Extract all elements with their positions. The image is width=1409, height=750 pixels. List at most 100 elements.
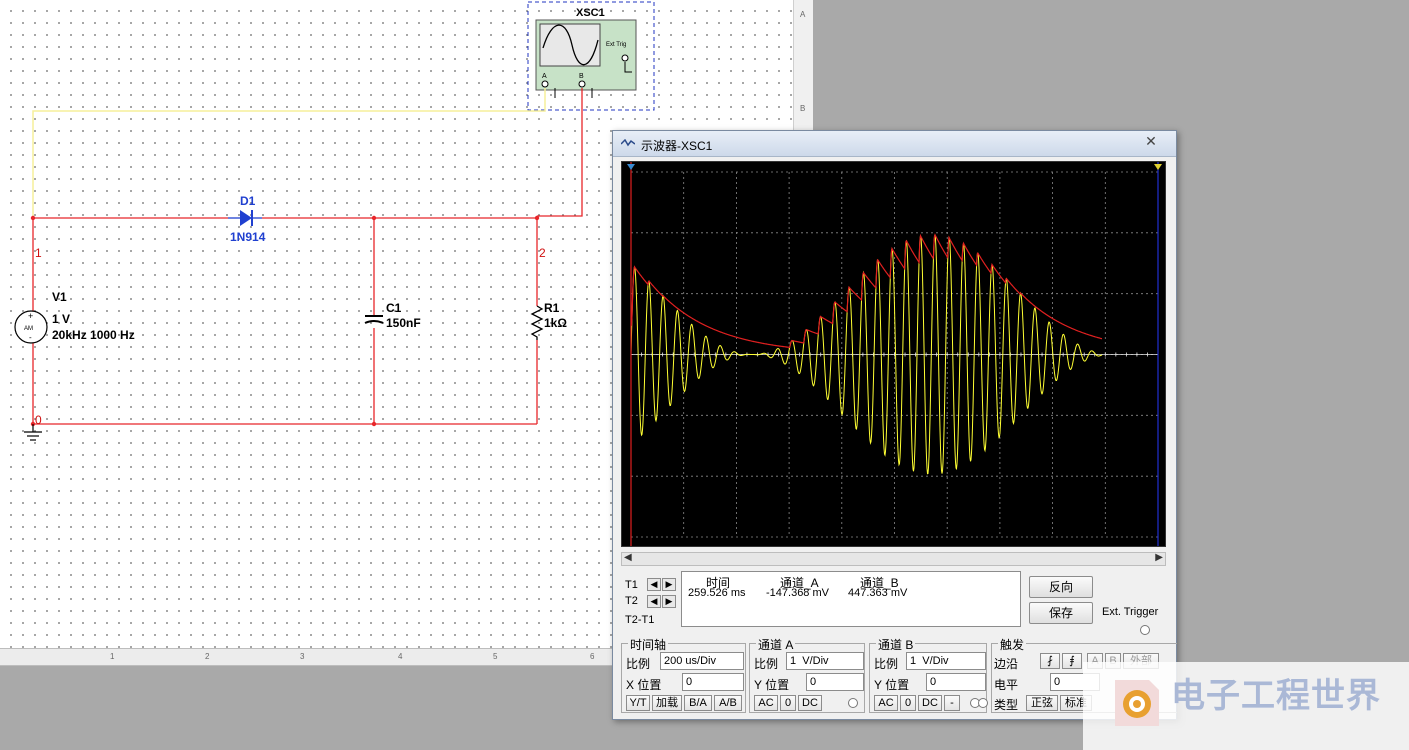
watermark-text: 电子工程世界 [1171,676,1381,716]
ruler-tick: 5 [493,652,498,661]
trigger-level-label: 电平 [994,678,1019,692]
channel-a-terminal-icon[interactable] [848,698,858,708]
readout-time-value: 259.526 ms [688,587,746,599]
channel-b-ac-button[interactable]: AC [874,695,898,711]
scope-titlebar[interactable]: 示波器-XSC1 ✕ [613,131,1176,157]
x-position-input[interactable] [682,673,744,691]
oscilloscope-window[interactable]: 示波器-XSC1 ✕ ◀ ▶ T1 ◀ ▶ T2 ◀ ▶ T2-T1 时间 通道… [612,130,1177,720]
ext-trigger-terminal[interactable] [1140,625,1150,635]
side-ruler-tick-b: B [800,104,806,113]
resistor-symbol[interactable] [530,305,544,340]
close-icon[interactable]: ✕ [1129,132,1173,150]
scope-trace-area [627,162,1162,546]
circuit-wires[interactable] [32,88,583,425]
channel-b-scale-label: 比例 [874,657,899,671]
display-scrollbar[interactable]: ◀ ▶ [621,552,1166,566]
diode-model: 1N914 [230,230,266,244]
cursor-2-handle-icon[interactable] [1154,164,1162,170]
source-freq: 20kHz 1000 Hz [52,328,135,342]
probe-wire-a[interactable] [32,88,546,218]
capacitor-name: C1 [386,301,402,315]
ruler-tick: 2 [205,652,210,661]
watermark-logo-icon [1115,680,1159,726]
mode-yt-button[interactable]: Y/T [626,695,650,711]
cursor-1-handle-icon[interactable] [627,164,635,170]
scope-display[interactable] [621,161,1166,547]
channel-b-minus-button[interactable]: - [944,695,960,711]
channel-a-ac-button[interactable]: AC [754,695,778,711]
channel-b-label: 通道 B [876,636,916,653]
ruler-tick: 1 [110,652,115,661]
svg-text:-: - [29,333,32,342]
readout-chb-value: 447.363 mV [848,587,908,599]
channel-b-zero-button[interactable]: 0 [900,695,916,711]
am-symbol-label: AM [24,326,33,332]
resistor-value: 1kΩ [544,316,567,330]
channel-b-scale-input[interactable] [906,652,986,670]
trigger-type-label: 类型 [994,698,1019,712]
channel-a-label: 通道 A [756,636,796,653]
scope-name-label: XSC1 [576,7,605,19]
capacitor-symbol[interactable] [364,315,384,324]
channel-b-dc-button[interactable]: DC [918,695,942,711]
side-ruler-tick-a: A [800,10,806,19]
scroll-left-icon[interactable]: ◀ [624,552,632,563]
node-2-label: 2 [539,246,546,260]
cursor-controls: T1 ◀ ▶ T2 ◀ ▶ T2-T1 [621,571,681,627]
reverse-button[interactable]: 反向 [1029,576,1093,598]
t2-t1-label: T2-T1 [625,614,655,626]
junction-dots [30,215,540,427]
rising-edge-icon[interactable]: ⨏ [1040,653,1060,669]
t1-left-arrow-icon[interactable]: ◀ [647,578,661,591]
mode-load-button[interactable]: 加载 [652,695,682,711]
t1-right-arrow-icon[interactable]: ▶ [662,578,676,591]
source-value: 1 V [52,312,70,326]
ext-trigger-label: Ext. Trigger [1102,606,1159,618]
resistor-name: R1 [544,301,560,315]
scope-b-label: B [579,73,584,80]
timebase-group: 时间轴 比例 X 位置 Y/T 加载 B/A A/B [621,636,746,713]
channel-b-group: 通道 B 比例 Y 位置 AC 0 DC - [869,636,987,713]
ruler-tick: 3 [300,652,305,661]
node-1-label: 1 [35,246,42,260]
mode-ab-button[interactable]: A/B [714,695,742,711]
x-position-label: X 位置 [626,678,662,692]
channel-b-ypos-label: Y 位置 [874,678,910,692]
channel-a-dc-button[interactable]: DC [798,695,822,711]
ruler-tick: 6 [590,652,595,661]
channel-a-group: 通道 A 比例 Y 位置 AC 0 DC [749,636,865,713]
channel-a-scale-input[interactable] [786,652,864,670]
ruler-tick: 4 [398,652,403,661]
trigger-terminal-icon[interactable] [978,698,988,708]
t2-right-arrow-icon[interactable]: ▶ [662,595,676,608]
timebase-scale-label: 比例 [626,657,651,671]
save-button[interactable]: 保存 [1029,602,1093,624]
cursor-readout: 时间 通道_A 通道_B 259.526 ms -147.368 mV 447.… [681,571,1021,627]
source-name: V1 [52,290,67,304]
channel-b-ypos-input[interactable] [926,673,986,691]
timebase-label: 时间轴 [628,636,669,653]
mode-ba-button[interactable]: B/A [684,695,712,711]
trigger-sine-button[interactable]: 正弦 [1026,695,1058,711]
scroll-right-icon[interactable]: ▶ [1155,552,1163,563]
t2-left-arrow-icon[interactable]: ◀ [647,595,661,608]
diode-symbol[interactable] [228,210,262,226]
scope-window-title: 示波器-XSC1 [641,139,713,153]
timebase-scale-input[interactable] [660,652,744,670]
svg-text:+: + [28,311,33,321]
scope-a-label: A [542,73,547,80]
capacitor-value: 150nF [386,316,421,330]
trigger-label: 触发 [998,636,1027,653]
channel-a-ypos-label: Y 位置 [754,678,790,692]
channel-a-zero-button[interactable]: 0 [780,695,796,711]
watermark: 电子工程世界 [1083,662,1409,750]
diode-name: D1 [240,194,256,208]
t1-label: T1 [625,579,638,591]
ext-trig-label: Ext Trig [606,42,626,48]
readout-cha-value: -147.368 mV [766,587,829,599]
falling-edge-icon[interactable]: ⨎ [1062,653,1082,669]
am-source-symbol[interactable]: + AM - [14,310,48,344]
node-0-label: 0 [35,413,42,427]
channel-a-ypos-input[interactable] [806,673,864,691]
channel-a-scale-label: 比例 [754,657,779,671]
